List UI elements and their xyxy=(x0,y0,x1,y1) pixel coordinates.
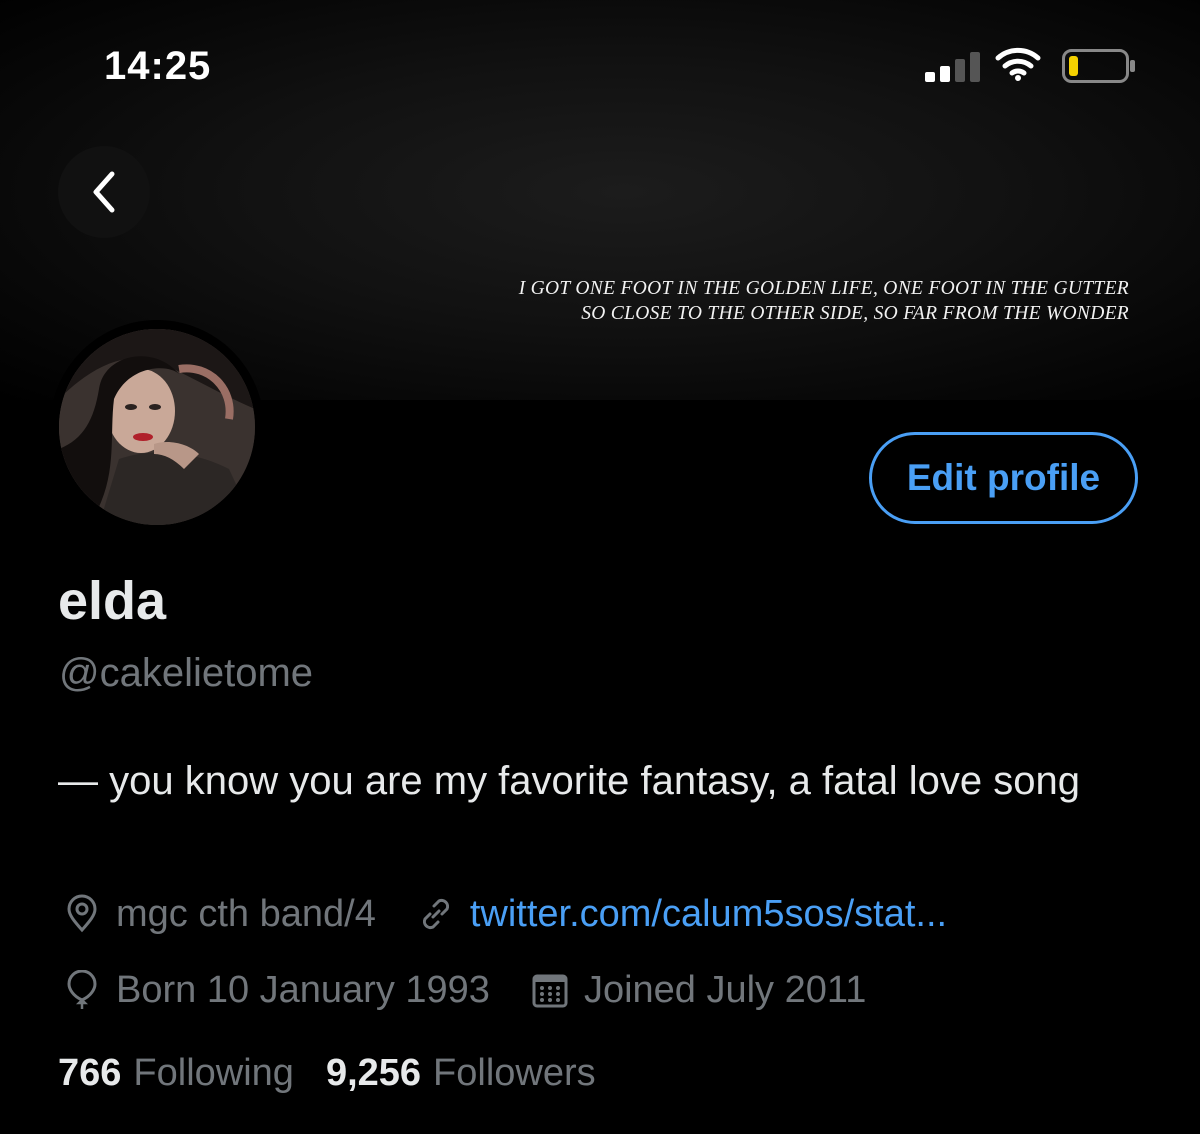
followers-link[interactable]: 9,256 Followers xyxy=(326,1052,596,1095)
profile-meta-row-1: mgc cth band/4 twitter.com/calum5sos/sta… xyxy=(62,889,947,939)
following-count: 766 xyxy=(58,1052,122,1094)
back-button[interactable] xyxy=(58,146,150,238)
banner-quote: I GOT ONE FOOT IN THE GOLDEN LIFE, ONE F… xyxy=(519,276,1129,326)
avatar-photo xyxy=(59,329,255,525)
profile-bio: — you know you are my favorite fantasy, … xyxy=(58,759,1080,803)
birthday-text: Born 10 January 1993 xyxy=(116,968,490,1011)
edit-profile-button[interactable]: Edit profile xyxy=(869,432,1138,524)
joined-text: Joined July 2011 xyxy=(583,968,867,1011)
banner-quote-line-1: I GOT ONE FOOT IN THE GOLDEN LIFE, ONE F… xyxy=(518,278,1129,299)
balloon-icon xyxy=(67,970,97,1009)
link-icon xyxy=(422,898,449,930)
location-text: mgc cth band/4 xyxy=(116,892,376,935)
signal-icon xyxy=(925,52,980,82)
following-label: Following xyxy=(133,1052,294,1094)
username-handle: @cakelietome xyxy=(59,651,314,695)
website-item[interactable]: twitter.com/calum5sos/stat... xyxy=(416,893,947,936)
website-link[interactable]: twitter.com/calum5sos/stat... xyxy=(470,893,947,936)
profile-meta-row-2: Born 10 January 1993 Joined July 2011 xyxy=(62,965,866,1015)
avatar xyxy=(59,329,255,525)
wifi-icon xyxy=(995,47,1041,81)
back-chevron-icon xyxy=(93,171,115,213)
followers-count: 9,256 xyxy=(325,1052,422,1094)
banner-quote-line-2: SO CLOSE TO THE OTHER SIDE, SO FAR FROM … xyxy=(581,303,1129,324)
followers-label: Followers xyxy=(433,1052,596,1094)
joined-item: Joined July 2011 xyxy=(530,969,866,1012)
display-name: elda xyxy=(58,571,167,631)
following-link[interactable]: 766 Following xyxy=(58,1052,294,1095)
status-bar: 14:25 xyxy=(0,0,1200,120)
status-time: 14:25 xyxy=(104,44,212,88)
location-item: mgc cth band/4 xyxy=(62,893,376,936)
calendar-icon xyxy=(532,974,568,1008)
avatar-button[interactable] xyxy=(50,320,264,534)
battery-icon xyxy=(1062,49,1135,83)
birthday-item: Born 10 January 1993 xyxy=(62,969,490,1012)
location-pin-icon xyxy=(67,894,97,933)
follow-stats: 766 Following 9,256 Followers xyxy=(58,1052,628,1095)
